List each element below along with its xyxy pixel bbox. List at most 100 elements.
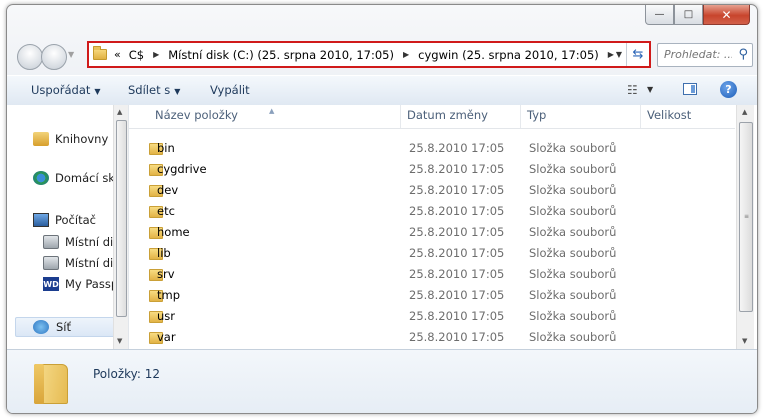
file-date: 25.8.2010 17:05 bbox=[409, 141, 505, 155]
nav-item-network[interactable]: Síť bbox=[15, 317, 115, 337]
navigation-bar: ▼ « C$ ▶ Místní disk (C:) (25. srpna 201… bbox=[15, 41, 755, 71]
views-dropdown-icon[interactable]: ▼ bbox=[647, 85, 653, 94]
breadcrumb-item[interactable]: C$ bbox=[129, 48, 144, 62]
close-button[interactable]: ✕ bbox=[703, 5, 750, 25]
search-icon[interactable]: ⚲ bbox=[738, 47, 748, 62]
column-size[interactable]: Velikost bbox=[641, 105, 735, 128]
navigation-pane-scrollbar[interactable]: ▲ ▼ bbox=[113, 105, 128, 349]
back-button[interactable] bbox=[17, 44, 43, 70]
file-date: 25.8.2010 17:05 bbox=[409, 246, 505, 260]
file-name: var bbox=[157, 330, 176, 344]
nav-item-label: Síť bbox=[56, 320, 72, 334]
nav-item-label: Počítač bbox=[55, 213, 96, 227]
column-type-label: Typ bbox=[527, 108, 547, 122]
file-row[interactable]: etc 25.8.2010 17:05 Složka souborů bbox=[129, 201, 735, 222]
column-type[interactable]: Typ bbox=[521, 105, 641, 128]
scrollbar-grip-icon: ≡ bbox=[744, 213, 750, 220]
share-with-button[interactable]: Sdílet s ▼ bbox=[128, 83, 180, 97]
breadcrumb-separator-icon[interactable]: ▶ bbox=[403, 50, 409, 59]
breadcrumb-separator-icon[interactable]: ▶ bbox=[153, 50, 159, 59]
scroll-up-icon[interactable]: ▲ bbox=[742, 108, 747, 116]
column-date-label: Datum změny bbox=[407, 108, 488, 122]
file-date: 25.8.2010 17:05 bbox=[409, 267, 505, 281]
disk-icon bbox=[43, 256, 59, 270]
file-date: 25.8.2010 17:05 bbox=[409, 183, 505, 197]
file-type: Složka souborů bbox=[529, 183, 617, 197]
file-name: home bbox=[157, 225, 190, 239]
file-name: tmp bbox=[157, 288, 181, 302]
folder-icon bbox=[93, 46, 107, 60]
file-type: Složka souborů bbox=[529, 141, 617, 155]
column-header-row: ▲ Název položky Datum změny Typ Velikost bbox=[129, 105, 735, 129]
file-date: 25.8.2010 17:05 bbox=[409, 288, 505, 302]
file-name: srv bbox=[157, 267, 175, 281]
network-icon bbox=[33, 320, 49, 334]
file-date: 25.8.2010 17:05 bbox=[409, 162, 505, 176]
file-row[interactable]: lib 25.8.2010 17:05 Složka souborů bbox=[129, 243, 735, 264]
organize-button[interactable]: Uspořádat ▼ bbox=[31, 83, 101, 97]
file-type: Složka souborů bbox=[529, 162, 617, 176]
preview-pane-icon[interactable] bbox=[683, 83, 697, 95]
forward-button[interactable] bbox=[41, 44, 67, 70]
file-name: lib bbox=[157, 246, 171, 260]
burn-label: Vypálit bbox=[210, 83, 250, 97]
nav-item-label: Domácí skupina bbox=[55, 171, 115, 185]
minimize-button[interactable]: — bbox=[645, 5, 674, 25]
nav-item-libraries[interactable]: Knihovny bbox=[33, 130, 115, 148]
file-name: dev bbox=[157, 183, 179, 197]
file-type: Složka souborů bbox=[529, 309, 617, 323]
breadcrumb-overflow[interactable]: « bbox=[114, 48, 121, 61]
burn-button[interactable]: Vypálit bbox=[210, 83, 250, 97]
scrollbar-thumb[interactable]: ≡ bbox=[739, 122, 753, 312]
search-box[interactable]: ⚲ bbox=[657, 43, 753, 67]
file-row[interactable]: tmp 25.8.2010 17:05 Složka souborů bbox=[129, 285, 735, 306]
nav-item-computer[interactable]: Počítač bbox=[33, 211, 115, 229]
navigation-pane: Knihovny Domácí skupina Počítač Místní d… bbox=[7, 105, 129, 349]
folder-icon bbox=[34, 364, 68, 404]
scroll-down-icon[interactable]: ▼ bbox=[742, 337, 747, 345]
wd-drive-icon: WD bbox=[43, 277, 59, 291]
file-list-scrollbar[interactable]: ▲ ≡ ▼ bbox=[736, 105, 754, 349]
breadcrumb-separator-icon[interactable]: ▶ bbox=[608, 50, 614, 59]
file-name: usr bbox=[157, 309, 176, 323]
file-name: bin bbox=[157, 141, 175, 155]
command-bar: Uspořádat ▼ Sdílet s ▼ Vypálit ☷ ▼ ? bbox=[7, 75, 757, 107]
file-row[interactable]: bin 25.8.2010 17:05 Složka souborů bbox=[129, 138, 735, 159]
file-type: Složka souborů bbox=[529, 204, 617, 218]
file-name: cygdrive bbox=[157, 162, 207, 176]
scroll-down-icon[interactable]: ▼ bbox=[117, 337, 122, 345]
help-icon[interactable]: ? bbox=[720, 81, 737, 98]
file-list: ▲ Název položky Datum změny Typ Velikost… bbox=[129, 105, 757, 349]
column-date-modified[interactable]: Datum změny bbox=[401, 105, 521, 128]
file-row[interactable]: usr 25.8.2010 17:05 Složka souborů bbox=[129, 306, 735, 327]
file-date: 25.8.2010 17:05 bbox=[409, 309, 505, 323]
scroll-up-icon[interactable]: ▲ bbox=[117, 108, 122, 116]
file-date: 25.8.2010 17:05 bbox=[409, 330, 505, 344]
address-dropdown-icon[interactable]: ▼ bbox=[616, 50, 622, 59]
breadcrumb: « C$ ▶ Místní disk (C:) (25. srpna 2010,… bbox=[114, 48, 623, 62]
views-icon[interactable]: ☷ bbox=[627, 83, 638, 97]
maximize-button[interactable]: □ bbox=[674, 5, 703, 25]
file-row[interactable]: srv 25.8.2010 17:05 Složka souborů bbox=[129, 264, 735, 285]
file-date: 25.8.2010 17:05 bbox=[409, 204, 505, 218]
sort-ascending-icon: ▲ bbox=[269, 107, 275, 115]
share-with-label: Sdílet s bbox=[128, 83, 171, 97]
file-row[interactable]: home 25.8.2010 17:05 Složka souborů bbox=[129, 222, 735, 243]
column-name[interactable]: ▲ Název položky bbox=[129, 105, 401, 128]
file-row[interactable]: cygdrive 25.8.2010 17:05 Složka souborů bbox=[129, 159, 735, 180]
search-input[interactable] bbox=[662, 47, 734, 62]
file-type: Složka souborů bbox=[529, 330, 617, 344]
scrollbar-thumb[interactable] bbox=[116, 120, 127, 317]
nav-item-label: Knihovny bbox=[55, 132, 109, 146]
breadcrumb-item[interactable]: Místní disk (C:) (25. srpna 2010, 17:05) bbox=[168, 48, 394, 62]
breadcrumb-item[interactable]: cygwin (25. srpna 2010, 17:05) bbox=[418, 48, 599, 62]
column-name-label: Název položky bbox=[155, 108, 238, 122]
file-row[interactable]: var 25.8.2010 17:05 Složka souborů bbox=[129, 327, 735, 348]
nav-item-homegroup[interactable]: Domácí skupina bbox=[33, 169, 115, 187]
file-row[interactable]: dev 25.8.2010 17:05 Složka souborů bbox=[129, 180, 735, 201]
address-bar[interactable]: « C$ ▶ Místní disk (C:) (25. srpna 2010,… bbox=[87, 41, 651, 68]
homegroup-icon bbox=[33, 171, 49, 185]
recent-pages-dropdown-icon[interactable]: ▼ bbox=[68, 50, 74, 59]
file-type: Složka souborů bbox=[529, 225, 617, 239]
refresh-icon[interactable]: ⇆ bbox=[626, 43, 649, 66]
